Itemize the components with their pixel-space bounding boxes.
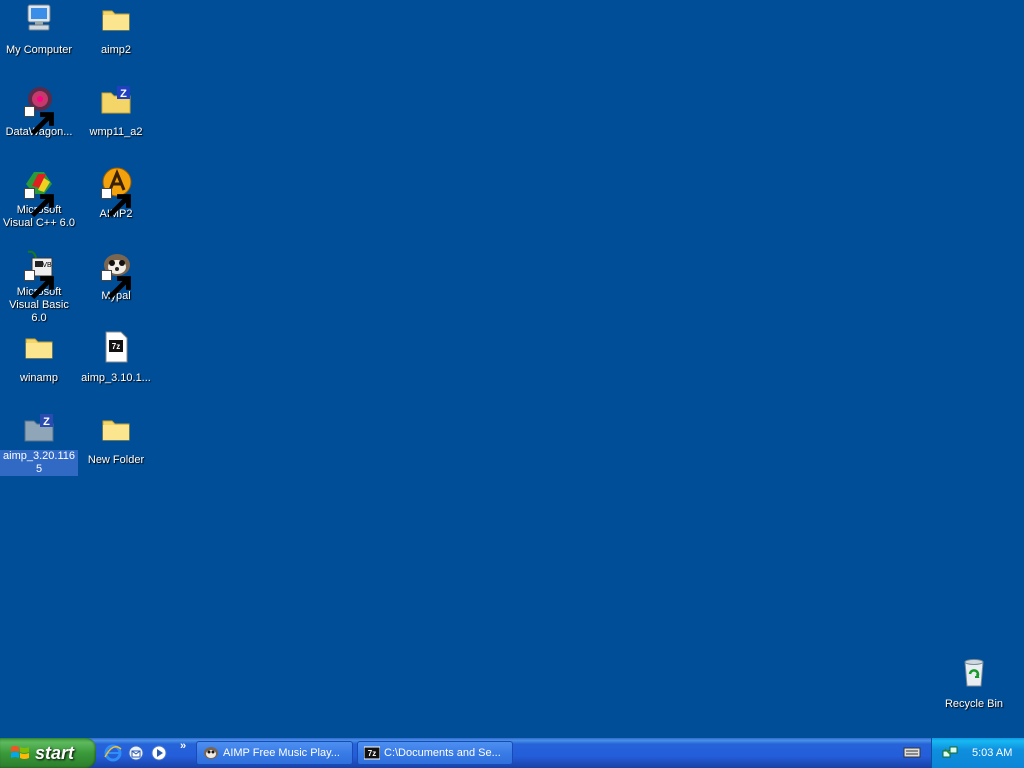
system-tray: 5:03 AM bbox=[931, 738, 1024, 768]
svg-text:Z: Z bbox=[43, 416, 50, 428]
folder-icon bbox=[99, 2, 133, 36]
desktop-icon-aimp2[interactable]: AIMP2 bbox=[77, 166, 155, 222]
desktop-icon-label: aimp2 bbox=[101, 44, 131, 56]
visual-cpp-icon bbox=[22, 166, 56, 218]
aimp-icon bbox=[99, 166, 133, 218]
visual-basic-icon: VB bbox=[22, 248, 56, 300]
keyboard-language-icon[interactable] bbox=[903, 744, 921, 760]
task-button-label: AIMP Free Music Play... bbox=[223, 747, 340, 759]
desktop-icon-label: aimp_3.20.1165 bbox=[0, 450, 78, 476]
zip-folder-icon: Z bbox=[99, 84, 133, 118]
taskbar: start » AIMP Free Music Play... 7z C:\Do… bbox=[0, 738, 1024, 768]
task-button-aimp[interactable]: AIMP Free Music Play... bbox=[196, 741, 353, 765]
shortcut-arrow-icon bbox=[101, 188, 131, 218]
windows-flag-icon bbox=[11, 746, 29, 759]
desktop-icon-visual-cpp[interactable]: Microsoft Visual C++ 6.0 bbox=[0, 166, 78, 231]
outlook-express-icon[interactable] bbox=[127, 744, 145, 762]
start-button[interactable]: start bbox=[0, 738, 96, 768]
folder-icon bbox=[22, 330, 56, 364]
aimp-task-icon bbox=[203, 745, 219, 761]
desktop-icon-my-computer[interactable]: My Computer bbox=[0, 2, 78, 58]
desktop-icon-label: New Folder bbox=[87, 454, 145, 466]
desktop-icon-mypal[interactable]: Mypal bbox=[77, 248, 155, 304]
svg-text:7z: 7z bbox=[368, 749, 376, 758]
desktop-icon-label: Recycle Bin bbox=[944, 698, 1004, 710]
7z-archive-icon: 7z bbox=[99, 330, 133, 364]
desktop-icon-label: winamp bbox=[20, 372, 58, 384]
quick-launch bbox=[104, 742, 173, 764]
desktop-icon-recycle-bin[interactable]: Recycle Bin bbox=[935, 656, 1013, 712]
desktop-icon-wmp11-a2[interactable]: Z wmp11_a2 bbox=[77, 84, 155, 140]
shortcut-arrow-icon bbox=[101, 270, 131, 300]
datawagon-icon bbox=[22, 84, 56, 136]
recycle-bin-icon bbox=[957, 656, 991, 690]
desktop-icon-aimp-3-20-zip[interactable]: Z aimp_3.20.1165 bbox=[0, 412, 78, 477]
start-label: start bbox=[35, 742, 75, 763]
internet-explorer-icon[interactable] bbox=[104, 744, 122, 762]
desktop-icon-winamp-folder[interactable]: winamp bbox=[0, 330, 78, 386]
clock: 5:03 AM bbox=[972, 747, 1013, 759]
desktop-icon-aimp-3-10-archive[interactable]: 7z aimp_3.10.1... bbox=[77, 330, 155, 386]
desktop-icon-label: My Computer bbox=[5, 44, 73, 56]
svg-text:Z: Z bbox=[120, 88, 127, 100]
folder-icon bbox=[99, 412, 133, 446]
shortcut-arrow-icon bbox=[24, 270, 54, 300]
desktop-icon-label: wmp11_a2 bbox=[89, 126, 143, 138]
7z-task-icon: 7z bbox=[364, 745, 380, 761]
desktop: My Computer aimp2 DataWagon... Z wmp11_a… bbox=[0, 0, 1024, 738]
mypal-icon bbox=[99, 248, 133, 300]
task-button-7z[interactable]: 7z C:\Documents and Se... bbox=[357, 741, 513, 765]
svg-text:VB: VB bbox=[42, 262, 52, 269]
quick-launch-more-button[interactable]: » bbox=[180, 740, 186, 752]
desktop-icon-label: aimp_3.10.1... bbox=[81, 372, 151, 384]
network-tray-icon[interactable] bbox=[942, 745, 958, 761]
shortcut-arrow-icon bbox=[24, 106, 54, 136]
desktop-icon-new-folder[interactable]: New Folder bbox=[77, 412, 155, 468]
media-player-icon[interactable] bbox=[150, 744, 168, 762]
desktop-icon-visual-basic[interactable]: VB Microsoft Visual Basic 6.0 bbox=[0, 248, 78, 326]
desktop-icon-aimp2-folder[interactable]: aimp2 bbox=[77, 2, 155, 58]
shortcut-arrow-icon bbox=[24, 188, 54, 218]
zip-folder-icon: Z bbox=[22, 412, 56, 446]
svg-text:7z: 7z bbox=[112, 342, 120, 351]
desktop-icon-datawagon[interactable]: DataWagon... bbox=[0, 84, 78, 140]
my-computer-icon bbox=[22, 2, 56, 36]
task-button-label: C:\Documents and Se... bbox=[384, 747, 501, 759]
